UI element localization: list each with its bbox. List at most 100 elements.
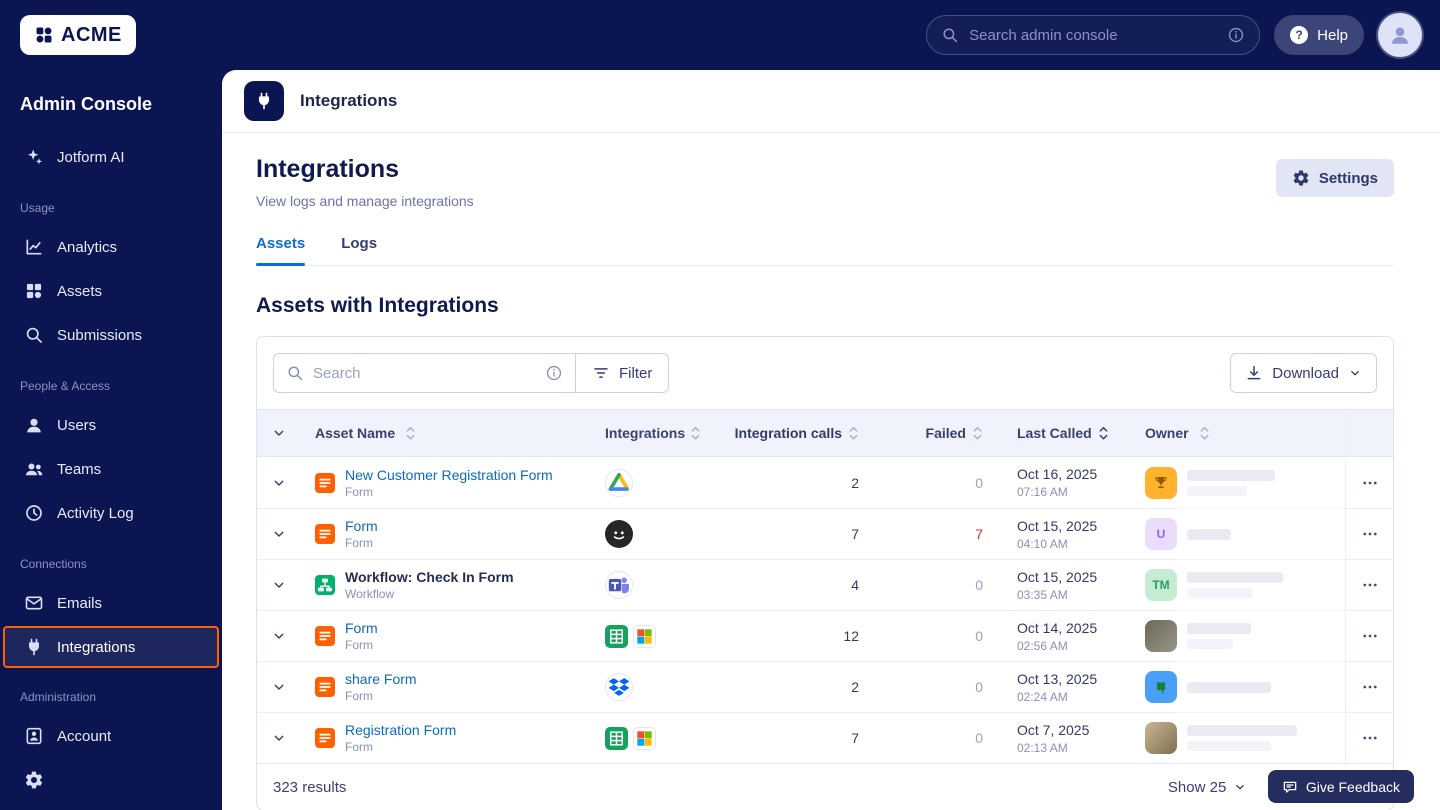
row-actions-button[interactable] bbox=[1361, 627, 1379, 645]
acme-logo[interactable]: ACME bbox=[20, 15, 136, 55]
last-called-time: 02:24 AM bbox=[1017, 690, 1137, 704]
table-row: share FormForm20Oct 13, 202502:24 AM bbox=[257, 661, 1393, 712]
row-actions-button[interactable] bbox=[1361, 474, 1379, 492]
row-actions-button[interactable] bbox=[1361, 729, 1379, 747]
sidebar-item-label: Assets bbox=[57, 283, 102, 300]
sort-icon[interactable] bbox=[1199, 425, 1210, 442]
sidebar-item-assets[interactable]: Assets bbox=[0, 269, 222, 313]
sidebar-section-label: Connections bbox=[20, 557, 202, 571]
row-actions-button[interactable] bbox=[1361, 678, 1379, 696]
col-asset-name[interactable]: Asset Name bbox=[301, 425, 599, 442]
sidebar-item-users[interactable]: Users bbox=[0, 403, 222, 447]
more-dots-icon bbox=[1361, 627, 1379, 645]
tab-assets[interactable]: Assets bbox=[256, 235, 305, 265]
asset-name-link[interactable]: share Form bbox=[345, 671, 417, 687]
form-asset-icon bbox=[315, 677, 335, 697]
row-expand-button[interactable] bbox=[269, 524, 289, 544]
redacted-owner-name bbox=[1187, 470, 1275, 496]
page-size-select[interactable]: Show 25 bbox=[1168, 779, 1247, 796]
gear-icon bbox=[1292, 169, 1310, 187]
row-expand-button[interactable] bbox=[269, 626, 289, 646]
sidebar-section-administration: AdministrationAccount bbox=[0, 690, 222, 802]
user-icon bbox=[24, 415, 44, 435]
row-expand-button[interactable] bbox=[269, 677, 289, 697]
sidebar-item-integrations[interactable]: Integrations bbox=[3, 626, 219, 668]
admin-search[interactable] bbox=[926, 15, 1260, 55]
integration-icons bbox=[599, 520, 727, 548]
sort-icon[interactable] bbox=[848, 425, 859, 442]
sidebar-item-emails[interactable]: Emails bbox=[0, 581, 222, 625]
sort-icon[interactable] bbox=[972, 425, 983, 442]
table-search-input[interactable] bbox=[313, 365, 536, 382]
integration-calls-value: 4 bbox=[851, 577, 859, 593]
last-called-date: Oct 13, 2025 bbox=[1017, 671, 1137, 687]
sidebar-item-submissions[interactable]: Submissions bbox=[0, 313, 222, 357]
question-icon bbox=[1290, 26, 1308, 44]
sort-icon[interactable] bbox=[690, 425, 701, 442]
filter-button[interactable]: Filter bbox=[575, 353, 669, 393]
redacted-owner-name bbox=[1187, 682, 1271, 693]
row-expand-button[interactable] bbox=[269, 575, 289, 595]
mailchimp-icon bbox=[605, 520, 633, 548]
sidebar-item-label: Emails bbox=[57, 595, 102, 612]
redacted-owner-name bbox=[1187, 725, 1297, 751]
row-actions-button[interactable] bbox=[1361, 525, 1379, 543]
sort-icon[interactable] bbox=[405, 425, 416, 442]
sidebar-item-analytics[interactable]: Analytics bbox=[0, 225, 222, 269]
sidebar-item-label: Integrations bbox=[57, 639, 135, 656]
row-actions-button[interactable] bbox=[1361, 576, 1379, 594]
asset-name-link[interactable]: New Customer Registration Form bbox=[345, 467, 553, 483]
sidebar-item-activity-log[interactable]: Activity Log bbox=[0, 491, 222, 535]
sidebar-item-jotform-ai[interactable]: Jotform AI bbox=[0, 135, 222, 179]
col-last-called[interactable]: Last Called bbox=[1001, 425, 1137, 442]
admin-search-input[interactable] bbox=[969, 27, 1217, 44]
owner-avatar bbox=[1145, 722, 1177, 754]
table-search[interactable] bbox=[273, 353, 576, 393]
last-called-date: Oct 15, 2025 bbox=[1017, 569, 1137, 585]
ms-teams-icon bbox=[605, 571, 633, 599]
info-icon bbox=[545, 364, 563, 382]
download-label: Download bbox=[1272, 365, 1339, 382]
app: ACME Help Admin Console Jotform AIUsageA… bbox=[0, 0, 1440, 810]
sidebar-item-account[interactable]: Account bbox=[0, 714, 222, 758]
page-title: Integrations bbox=[256, 155, 474, 184]
last-called-time: 02:56 AM bbox=[1017, 639, 1137, 653]
last-called-date: Oct 15, 2025 bbox=[1017, 518, 1137, 534]
sort-icon-active[interactable] bbox=[1098, 425, 1109, 442]
integration-icons bbox=[599, 727, 727, 750]
integration-calls-value: 12 bbox=[843, 628, 859, 644]
plug-icon bbox=[254, 91, 274, 111]
tabs: Assets Logs bbox=[256, 235, 1394, 266]
gear-icon bbox=[24, 770, 44, 790]
give-feedback-button[interactable]: Give Feedback bbox=[1268, 770, 1414, 803]
chevron-down-icon bbox=[271, 526, 287, 542]
col-integrations[interactable]: Integrations bbox=[599, 425, 727, 442]
help-button[interactable]: Help bbox=[1274, 15, 1364, 55]
content: Integrations View logs and manage integr… bbox=[222, 155, 1440, 810]
form-asset-icon bbox=[315, 728, 335, 748]
user-avatar[interactable] bbox=[1378, 13, 1422, 57]
asset-name-link[interactable]: Form bbox=[345, 620, 378, 636]
sidebar-section-usage: UsageAnalyticsAssetsSubmissions bbox=[0, 201, 222, 357]
col-integration-calls[interactable]: Integration calls bbox=[727, 425, 867, 442]
asset-name-link[interactable]: Registration Form bbox=[345, 722, 456, 738]
sparkles-icon bbox=[24, 147, 44, 167]
settings-button[interactable]: Settings bbox=[1276, 159, 1394, 197]
asset-name-link[interactable]: Form bbox=[345, 518, 378, 534]
download-icon bbox=[1245, 364, 1263, 382]
col-failed[interactable]: Failed bbox=[867, 425, 1001, 442]
row-expand-button[interactable] bbox=[269, 473, 289, 493]
sidebar-item-teams[interactable]: Teams bbox=[0, 447, 222, 491]
col-owner[interactable]: Owner bbox=[1137, 425, 1345, 442]
owner-avatar: U bbox=[1145, 518, 1177, 550]
asset-name-link[interactable]: Workflow: Check In Form bbox=[345, 569, 514, 585]
download-button[interactable]: Download bbox=[1230, 353, 1377, 393]
search-icon bbox=[24, 325, 44, 345]
tab-logs[interactable]: Logs bbox=[341, 235, 377, 265]
row-expand-button[interactable] bbox=[269, 728, 289, 748]
chevron-down-icon bbox=[271, 475, 287, 491]
expand-all-button[interactable] bbox=[257, 425, 301, 441]
sidebar-section-connections: Connections Emails Integrations bbox=[0, 557, 222, 668]
chevron-down-icon bbox=[271, 577, 287, 593]
sidebar-item-cutoff[interactable] bbox=[0, 758, 222, 802]
